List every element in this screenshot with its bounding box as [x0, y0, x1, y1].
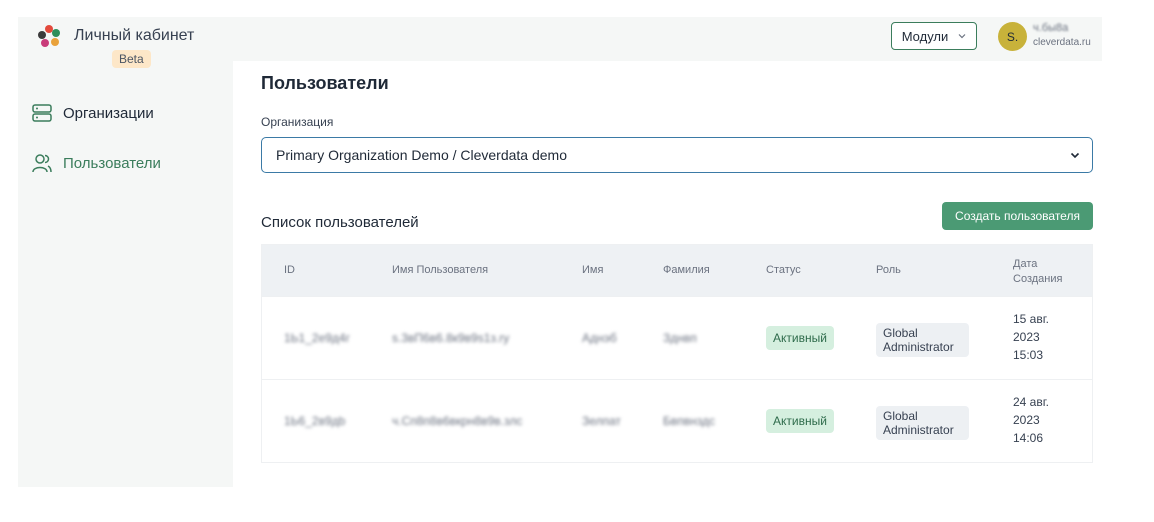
user-domain: cleverdata.ru — [1033, 37, 1091, 48]
beta-badge: Beta — [112, 50, 151, 68]
sidebar-item-label: Организации — [63, 104, 154, 122]
org-select[interactable]: Primary Organization Demo / Cleverdata d… — [261, 137, 1093, 173]
users-table: ID Имя Пользователя Имя Фамилия Статус Р… — [261, 244, 1093, 463]
page-title: Пользователи — [261, 73, 389, 93]
sidebar: Личный кабинет Beta Организации Пользова… — [18, 17, 233, 487]
users-icon — [32, 154, 52, 173]
users-list-title: Список пользователей — [261, 214, 419, 231]
user-id: 1Ь6_2в9дb — [284, 414, 346, 428]
user-id: 1Ь1_2е9д4г — [284, 331, 350, 345]
created-date: 15 авг. 2023 15:03 — [1013, 310, 1049, 364]
user-last-name: Зднвп — [663, 331, 697, 345]
table-row[interactable]: 1Ь1_2е9д4г s.3вП6в6.8к9в9s1з.rу Аднэб Зд… — [262, 296, 1092, 379]
server-icon — [32, 104, 52, 122]
column-header[interactable]: Фамилия — [663, 264, 710, 276]
created-date: 24 авг. 2023 14:06 — [1013, 393, 1049, 447]
sidebar-item-users[interactable]: Пользователи — [32, 153, 161, 173]
created-day: 24 авг. — [1013, 395, 1049, 409]
column-header[interactable]: Роль — [876, 264, 901, 276]
create-user-button[interactable]: Создать пользователя — [942, 202, 1093, 230]
created-year: 2023 — [1013, 330, 1040, 344]
user-username: ч.Сп8п8в6вкрн8в9в.злс — [392, 414, 523, 428]
table-header: ID Имя Пользователя Имя Фамилия Статус Р… — [262, 245, 1092, 296]
modules-label: Модули — [901, 28, 949, 44]
app-logo-row[interactable]: Личный кабинет — [38, 25, 194, 47]
column-header[interactable]: Статус — [766, 264, 801, 276]
sidebar-item-organizations[interactable]: Организации — [32, 103, 154, 123]
user-first-name: Аднэб — [582, 331, 617, 345]
org-select-label: Организация — [261, 115, 334, 129]
top-header: Модули S. ч.бы8а cleverdata.ru — [233, 17, 1102, 61]
sidebar-item-label: Пользователи — [63, 154, 161, 172]
column-header[interactable]: Имя Пользователя — [392, 264, 488, 276]
column-header[interactable]: ID — [284, 264, 295, 276]
role-badge: Global Administrator — [876, 406, 969, 440]
column-header[interactable]: Имя — [582, 264, 603, 276]
created-time: 14:06 — [1013, 431, 1044, 445]
role-badge: Global Administrator — [876, 323, 969, 357]
chevron-down-icon — [1070, 152, 1080, 159]
user-username: s.3вП6в6.8к9в9s1з.rу — [392, 331, 510, 345]
user-first-name: Зелпат — [582, 414, 621, 428]
created-year: 2023 — [1013, 413, 1040, 427]
status-badge: Активный — [766, 326, 834, 350]
avatar[interactable]: S. — [998, 22, 1027, 51]
modules-dropdown-button[interactable]: Модули — [891, 22, 977, 50]
app-title: Личный кабинет — [74, 27, 195, 44]
user-name: ч.бы8а — [1033, 22, 1069, 34]
chevron-down-icon — [958, 34, 966, 39]
table-row[interactable]: 1Ь6_2в9дb ч.Сп8п8в6вкрн8в9в.злс Зелпат Б… — [262, 379, 1092, 462]
org-select-value: Primary Organization Demo / Cleverdata d… — [276, 147, 568, 163]
user-last-name: Бвпвнздс — [663, 414, 715, 428]
created-day: 15 авг. — [1013, 312, 1049, 326]
column-header[interactable]: Дата Создания — [1013, 257, 1083, 287]
logo-icon — [38, 25, 60, 47]
status-badge: Активный — [766, 409, 834, 433]
created-time: 15:03 — [1013, 348, 1044, 362]
